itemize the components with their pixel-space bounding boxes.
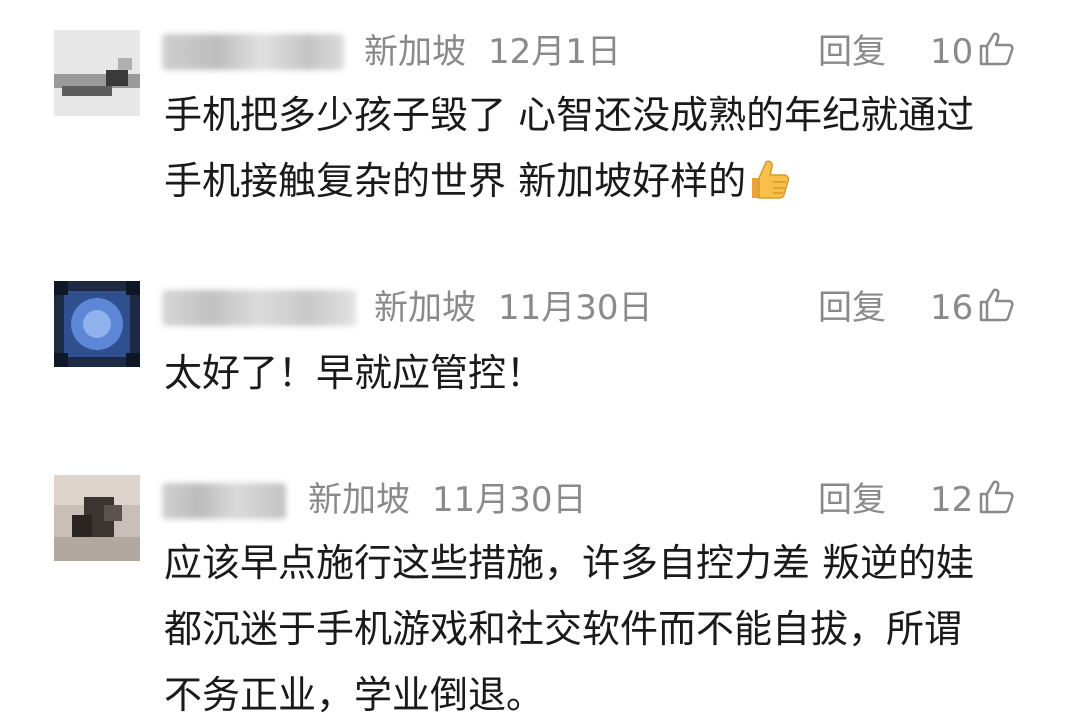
date: 11月30日 — [498, 288, 653, 328]
reply-button[interactable]: 回复 — [818, 478, 886, 522]
comment-meta: 新加坡 12月1日 — [364, 30, 621, 74]
comment-text: 应该早点施行这些措施，许多自控力差 叛逆的娃 都沉迷于手机游戏和社交软件而不能自… — [164, 530, 1044, 728]
username-blurred[interactable] — [162, 290, 356, 326]
avatar[interactable] — [54, 475, 140, 561]
comment-meta: 新加坡 11月30日 — [308, 478, 587, 522]
thumbs-up-outline-icon — [977, 478, 1015, 516]
date: 12月1日 — [488, 32, 621, 72]
comment-text-line: 都沉迷于手机游戏和社交软件而不能自拔，所谓 — [164, 607, 963, 651]
location: 新加坡 — [374, 288, 476, 328]
like-count: 16 — [930, 288, 974, 328]
date: 11月30日 — [432, 480, 587, 520]
comment-meta: 新加坡 11月30日 — [374, 286, 653, 330]
location: 新加坡 — [364, 32, 466, 72]
comment-text: 太好了！早就应管控！ — [164, 340, 1044, 406]
location: 新加坡 — [308, 480, 410, 520]
avatar[interactable] — [54, 30, 140, 116]
reply-button[interactable]: 回复 — [818, 30, 886, 74]
thumbs-up-emoji-icon — [746, 156, 792, 202]
username-blurred[interactable] — [162, 34, 344, 70]
username-blurred[interactable] — [162, 483, 286, 519]
comment-text-line: 太好了！早就应管控！ — [164, 351, 545, 395]
like-button[interactable]: 10 — [930, 30, 1015, 74]
like-button[interactable]: 16 — [930, 286, 1015, 330]
comment-text-line: 应该早点施行这些措施，许多自控力差 叛逆的娃 — [164, 541, 975, 585]
thumbs-up-outline-icon — [977, 30, 1015, 68]
like-count: 10 — [930, 32, 974, 72]
comment-text-line: 不务正业，学业倒退。 — [164, 673, 545, 717]
avatar[interactable] — [54, 281, 140, 367]
thumbs-up-outline-icon — [977, 286, 1015, 324]
like-count: 12 — [930, 480, 974, 520]
reply-button[interactable]: 回复 — [818, 286, 886, 330]
like-button[interactable]: 12 — [930, 478, 1015, 522]
comment-text-line: 手机接触复杂的世界 新加坡好样的 — [164, 159, 747, 203]
comment-text: 手机把多少孩子毁了 心智还没成熟的年纪就通过 手机接触复杂的世界 新加坡好样的 — [164, 82, 1044, 214]
comment-text-line: 手机把多少孩子毁了 心智还没成熟的年纪就通过 — [164, 93, 975, 137]
